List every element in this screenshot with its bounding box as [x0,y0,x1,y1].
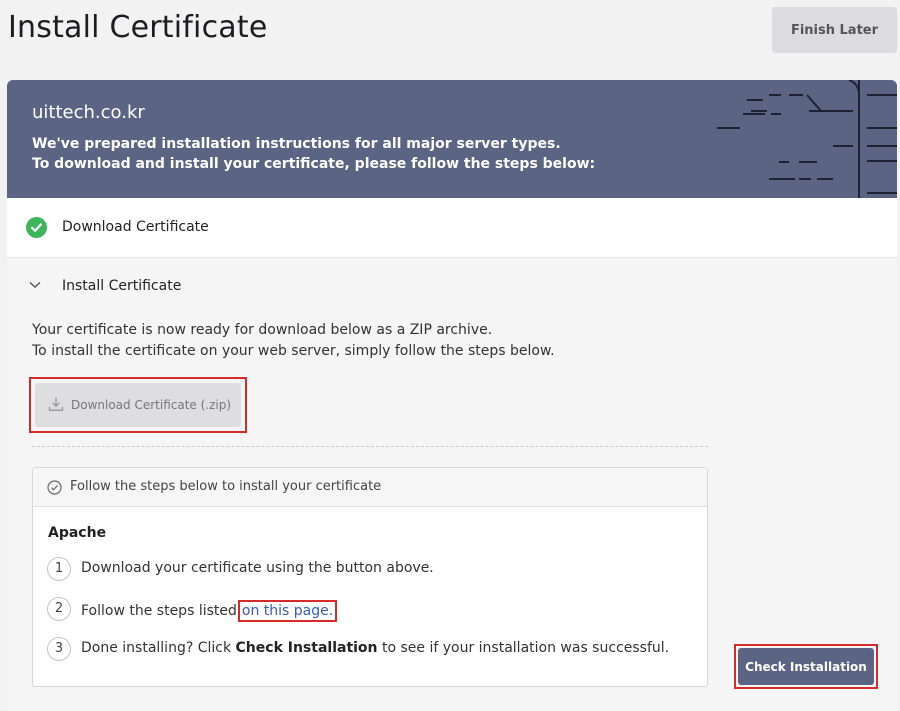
server-type-title: Apache [48,525,107,541]
instructions-header: Follow the steps below to install your c… [33,468,707,507]
step-text: Done installing? Click Check Installatio… [81,640,669,656]
step-download-label: Download Certificate [62,219,209,235]
page-title: Install Certificate [8,10,268,45]
step-number-badge: 3 [47,637,71,661]
check-installation-button[interactable]: Check Installation [738,648,874,685]
instructions-page-link[interactable]: on this page. [242,603,333,619]
finish-later-button[interactable]: Finish Later [772,7,897,53]
banner: uittech.co.kr We've prepared installatio… [7,80,897,198]
link-highlight: on this page. [237,600,338,622]
download-zip-highlight: Download Certificate (.zip) [29,377,247,433]
install-card: uittech.co.kr We've prepared installatio… [7,80,897,711]
step-install-certificate-header[interactable]: Install Certificate [7,258,897,314]
step-text-after: to see if your installation was successf… [381,640,670,656]
dashed-divider [32,446,708,447]
banner-intro-line: We've prepared installation instructions… [32,136,561,152]
ready-text-line1: Your certificate is now ready for downlo… [32,322,493,338]
download-icon [48,397,64,411]
chevron-down-icon [29,281,41,288]
step-number-badge: 1 [47,557,71,581]
step-text-before: Done installing? Click [81,640,232,656]
download-zip-label: Download Certificate (.zip) [71,398,232,412]
instructions-panel: Follow the steps below to install your c… [32,467,708,687]
step-text: Follow the steps listed on this page. [81,600,338,622]
check-complete-icon [26,217,47,238]
check-circle-outline-icon [47,480,62,495]
check-installation-reference: Check Installation [235,640,378,656]
banner-illustration [717,80,897,198]
step-download-certificate[interactable]: Download Certificate [7,198,897,258]
ready-text-line2: To install the certificate on your web s… [32,343,555,359]
check-installation-highlight: Check Installation [734,644,878,689]
step-number-badge: 2 [47,597,71,621]
step-text: Download your certificate using the butt… [81,560,434,576]
instructions-heading: Follow the steps below to install your c… [70,479,382,494]
domain-name: uittech.co.kr [32,102,145,123]
step-install-label: Install Certificate [62,278,182,294]
step-text-before: Follow the steps listed [81,603,237,619]
download-zip-button[interactable]: Download Certificate (.zip) [35,383,241,427]
banner-instruction-line: To download and install your certificate… [32,156,596,172]
